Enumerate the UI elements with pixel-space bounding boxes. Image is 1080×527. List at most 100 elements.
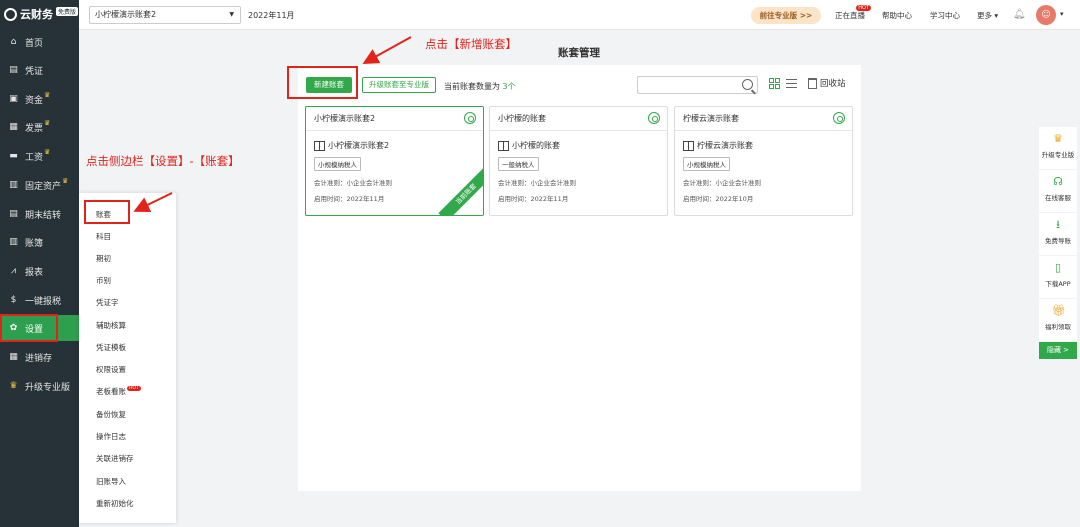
list-view-icon[interactable] [786, 79, 797, 88]
gift-icon: 🎁︎ [1052, 304, 1066, 317]
chevron-down-icon: ▼ [229, 11, 234, 18]
card-account-name: 小柠檬演示账套2 [314, 140, 389, 151]
sidebar-item-fixed-asset[interactable]: ▥ 固定资产 ♛ [0, 172, 79, 198]
recycle-label: 回收站 [820, 79, 846, 89]
period-close-icon: ▤ [9, 209, 18, 219]
learning-center-link[interactable]: 学习中心 [930, 10, 960, 21]
crown-icon: ♛ [62, 177, 69, 185]
rightbar-welfare[interactable]: 🎁︎ 福利领取 [1039, 299, 1077, 341]
period-label: 2022年11月 [248, 11, 295, 20]
free-badge: 免费版 [56, 6, 79, 16]
hot-badge: HOT [127, 386, 141, 391]
sidebar-item-label: 发票 [25, 123, 44, 134]
right-float-bar: ♛ 升级专业版 ☊ 在线客服 ⭳ 免费导账 ▯ 下载APP 🎁︎ 福利领取 隐藏 > [1039, 127, 1077, 364]
chevron-down-icon[interactable]: ▾ [1060, 10, 1064, 18]
rightbar-upgrade-pro[interactable]: ♛ 升级专业版 [1039, 127, 1077, 169]
logo-icon [4, 7, 17, 21]
rightbar-online-service[interactable]: ☊ 在线客服 [1039, 170, 1077, 212]
taxpayer-tag: 小规模纳税人 [314, 157, 361, 171]
help-center-link[interactable]: 帮助中心 [882, 10, 912, 21]
sidebar-item-fund[interactable]: ▣ 资金 ♛ [0, 86, 79, 112]
current-account-ribbon: 当前账套 [438, 166, 483, 215]
submenu-item-account[interactable]: 账套 [96, 209, 111, 220]
crown-icon: ♛ [9, 381, 18, 391]
gear-icon[interactable] [464, 112, 476, 124]
card-account-name: 柠檬云演示账套 [683, 140, 753, 151]
sidebar-item-inventory[interactable]: ▦ 进销存 [0, 344, 79, 370]
search-input[interactable] [637, 76, 758, 94]
submenu-item-currency[interactable]: 币别 [96, 275, 111, 286]
trash-icon [808, 77, 817, 89]
more-label: 更多 [977, 11, 992, 20]
live-label: 正在直播 [835, 11, 865, 20]
logo-text: 云财务 [20, 8, 53, 21]
card-start-date: 启用时间：2022年10月 [683, 195, 754, 203]
sidebar-item-label: 期末结转 [25, 210, 62, 221]
sidebar: 云财务 免费版 ⌂ 首页 ▤ 凭证 ▣ 资金 ♛ ▦ 发票 ♛ ▬ 工资 ♛ ▥ 固定资产 ♛ ▤ 期… [0, 0, 79, 527]
submenu-item-boss-view[interactable]: 老板看账 HOT [96, 386, 141, 397]
submenu-item-link-inventory[interactable]: 关联进销存 [96, 453, 134, 464]
card-start-date: 启用时间：2022年11月 [498, 195, 569, 203]
sidebar-item-voucher[interactable]: ▤ 凭证 [0, 57, 79, 83]
app-logo[interactable]: 云财务 免费版 [4, 6, 79, 22]
gear-icon[interactable] [833, 112, 845, 124]
invoice-icon: ▦ [9, 122, 18, 132]
submenu-item-backup[interactable]: 备份恢复 [96, 409, 126, 420]
submenu-item-aux-accounting[interactable]: 辅助核算 [96, 320, 126, 331]
annotation-click-new: 点击【新增账套】 [425, 37, 517, 51]
submenu-item-voucher-template[interactable]: 凭证模板 [96, 342, 126, 353]
sidebar-item-label: 一键报税 [25, 296, 62, 307]
sidebar-item-label: 升级专业版 [25, 382, 71, 393]
sidebar-item-salary[interactable]: ▬ 工资 ♛ [0, 143, 79, 169]
salary-icon: ▬ [9, 151, 18, 161]
card-start-date: 启用时间：2022年11月 [314, 195, 385, 203]
gear-icon[interactable] [648, 112, 660, 124]
chevron-down-icon: ▾ [994, 11, 999, 20]
rightbar-download-app[interactable]: ▯ 下载APP [1039, 256, 1077, 298]
submenu-item-reinitialize[interactable]: 重新初始化 [96, 498, 134, 509]
submenu-item-operation-log[interactable]: 操作日志 [96, 431, 126, 442]
upgrade-account-button[interactable]: 升级账套至专业版 [362, 77, 436, 93]
sidebar-item-home[interactable]: ⌂ 首页 [0, 29, 79, 55]
account-card[interactable]: 柠檬云演示账套 柠檬云演示账套 小规模纳税人 会计准则：小企业会计准则 启用时间… [674, 106, 853, 216]
go-pro-button[interactable]: 前往专业版 >> [751, 7, 821, 24]
sidebar-item-label: 首页 [25, 38, 44, 49]
account-card[interactable]: 小柠檬的账套 小柠檬的账套 一般纳税人 会计准则：小企业会计准则 启用时间：20… [489, 106, 668, 216]
submenu-item-opening[interactable]: 期初 [96, 253, 111, 264]
taxpayer-tag: 一般纳税人 [498, 157, 539, 171]
submenu-item-import-old[interactable]: 旧账导入 [96, 476, 126, 487]
sidebar-item-label: 工资 [25, 152, 44, 163]
card-standard: 会计准则：小企业会计准则 [498, 179, 576, 187]
card-standard: 会计准则：小企业会计准则 [683, 179, 761, 187]
submenu-item-permissions[interactable]: 权限设置 [96, 364, 126, 375]
hide-button[interactable]: 隐藏 > [1039, 342, 1077, 359]
sidebar-item-report[interactable]: ⩘ 报表 [0, 258, 79, 284]
live-badge: HOT [856, 5, 871, 11]
highlight-box-settings [0, 314, 58, 342]
book-icon [683, 140, 694, 151]
sidebar-item-period-close[interactable]: ▤ 期末结转 [0, 201, 79, 227]
submenu-item-voucher-word[interactable]: 凭证字 [96, 297, 119, 308]
crown-icon: ♛ [44, 148, 51, 156]
submenu-item-subject[interactable]: 科目 [96, 231, 111, 242]
live-link[interactable]: 正在直播 HOT [835, 5, 871, 21]
bell-icon[interactable]: 🔔︎ [1013, 9, 1026, 20]
sidebar-item-label: 固定资产 [25, 181, 62, 192]
search-icon[interactable] [742, 79, 753, 90]
sidebar-item-upgrade[interactable]: ♛ 升级专业版 [0, 373, 79, 399]
sidebar-item-ledger[interactable]: ▥ 账簿 [0, 229, 79, 255]
sidebar-item-tax[interactable]: $ 一键报税 [0, 287, 79, 313]
grid-view-icon[interactable] [769, 78, 780, 89]
recycle-bin-button[interactable]: 回收站 [808, 77, 846, 89]
account-select[interactable]: 小柠檬演示账套2 ▼ [89, 6, 241, 24]
arrow-to-new-button [362, 36, 412, 64]
rightbar-free-import[interactable]: ⭳ 免费导账 [1039, 213, 1077, 255]
avatar[interactable]: ☺ [1036, 5, 1056, 25]
taxpayer-tag: 小规模纳税人 [683, 157, 730, 171]
more-menu[interactable]: 更多 ▾ [977, 10, 998, 21]
sidebar-item-invoice[interactable]: ▦ 发票 ♛ [0, 114, 79, 140]
phone-icon: ▯ [1054, 261, 1062, 274]
inventory-icon: ▦ [9, 352, 18, 362]
rightbar-label: 升级专业版 [1041, 151, 1075, 159]
account-card[interactable]: 小柠檬演示账套2 小柠檬演示账套2 小规模纳税人 会计准则：小企业会计准则 启用… [305, 106, 484, 216]
